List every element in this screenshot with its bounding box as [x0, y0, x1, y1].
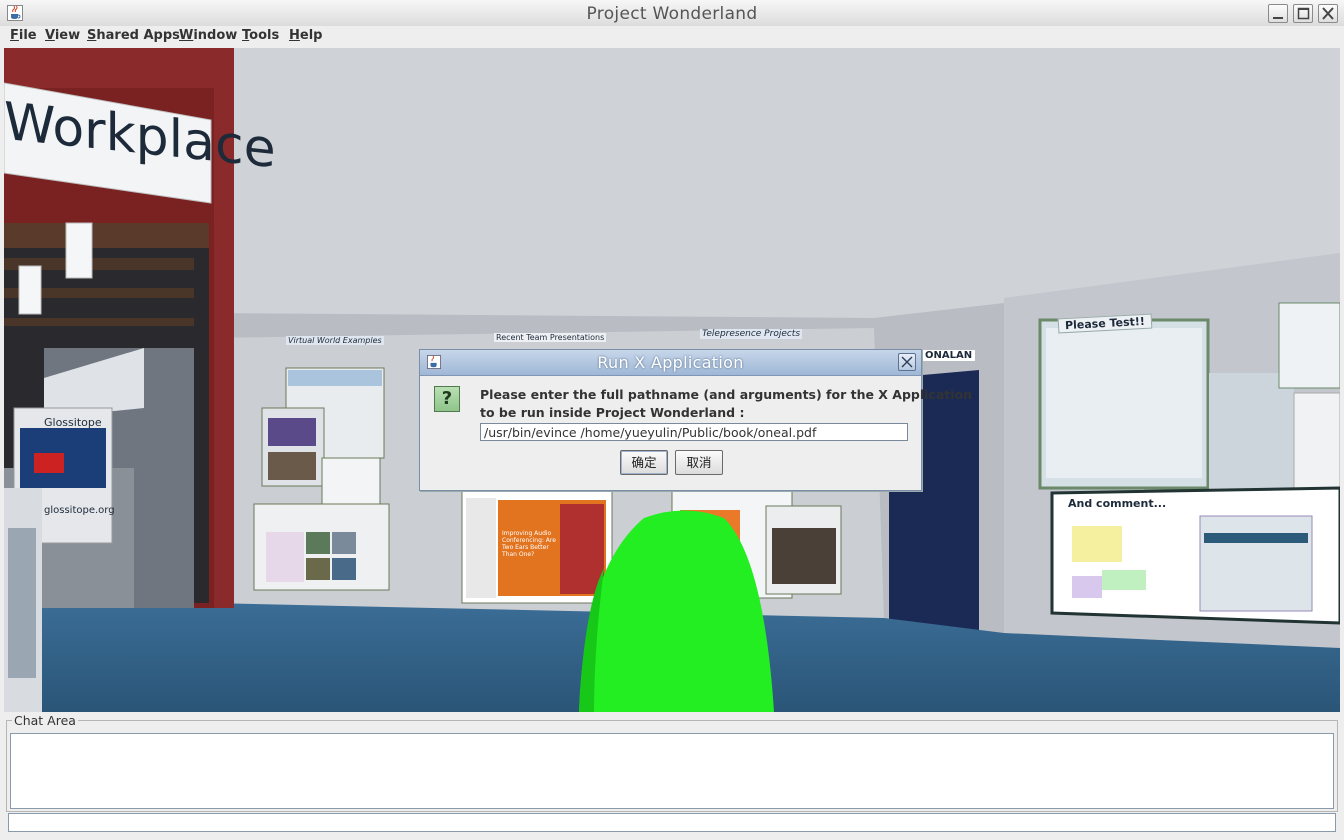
app-window: Project Wonderland File View Shared Apps…: [0, 0, 1344, 840]
dialog-close-button[interactable]: [898, 353, 916, 371]
cancel-button[interactable]: 取消: [675, 450, 723, 475]
menu-bar: File View Shared Apps Window Tools Help: [0, 26, 1344, 47]
dialog-title: Run X Application: [597, 353, 744, 372]
title-bar[interactable]: Project Wonderland: [0, 0, 1344, 27]
and-comment-label: And comment...: [1068, 497, 1167, 510]
maximize-button[interactable]: [1293, 4, 1313, 23]
ok-button[interactable]: 确定: [620, 450, 668, 475]
telepresence-label: Telepresence Projects: [700, 329, 803, 339]
dialog-title-bar[interactable]: Run X Application: [420, 350, 921, 376]
menu-file[interactable]: File: [10, 28, 37, 43]
slide-title: Improving Audio Conferencing: Are Two Ea…: [502, 530, 556, 558]
menu-tools[interactable]: Tools: [242, 28, 279, 43]
recent-team-label: Recent Team Presentations: [494, 333, 607, 342]
virtual-world-label: Virtual World Examples: [286, 336, 384, 345]
chat-area-label: Chat Area: [12, 713, 78, 728]
glossitope-title: Glossitope: [44, 416, 102, 429]
question-icon: ?: [434, 386, 460, 412]
close-icon: [901, 356, 913, 368]
menu-window[interactable]: Window: [179, 28, 237, 43]
dialog-prompt-line2: to be run inside Project Wonderland :: [480, 405, 745, 420]
dialog-prompt-line1: Please enter the full pathname (and argu…: [480, 387, 973, 402]
minimize-button[interactable]: [1268, 4, 1288, 23]
maximize-icon: [1297, 7, 1310, 20]
chat-input[interactable]: [8, 813, 1336, 832]
close-icon: [1322, 7, 1334, 20]
glossitope-url: glossitope.org: [44, 505, 115, 516]
chat-history[interactable]: [10, 733, 1334, 809]
minimize-icon: [1273, 17, 1283, 19]
close-window-button[interactable]: [1318, 4, 1338, 23]
pathname-input[interactable]: [480, 423, 908, 441]
window-title: Project Wonderland: [586, 4, 758, 24]
run-x-application-dialog: Run X Application ? Please enter the ful…: [419, 349, 972, 491]
menu-help[interactable]: Help: [289, 28, 322, 43]
menu-view[interactable]: View: [45, 28, 80, 43]
onalan-label: ONALAN: [922, 350, 976, 361]
menu-shared-apps[interactable]: Shared Apps: [87, 28, 180, 43]
